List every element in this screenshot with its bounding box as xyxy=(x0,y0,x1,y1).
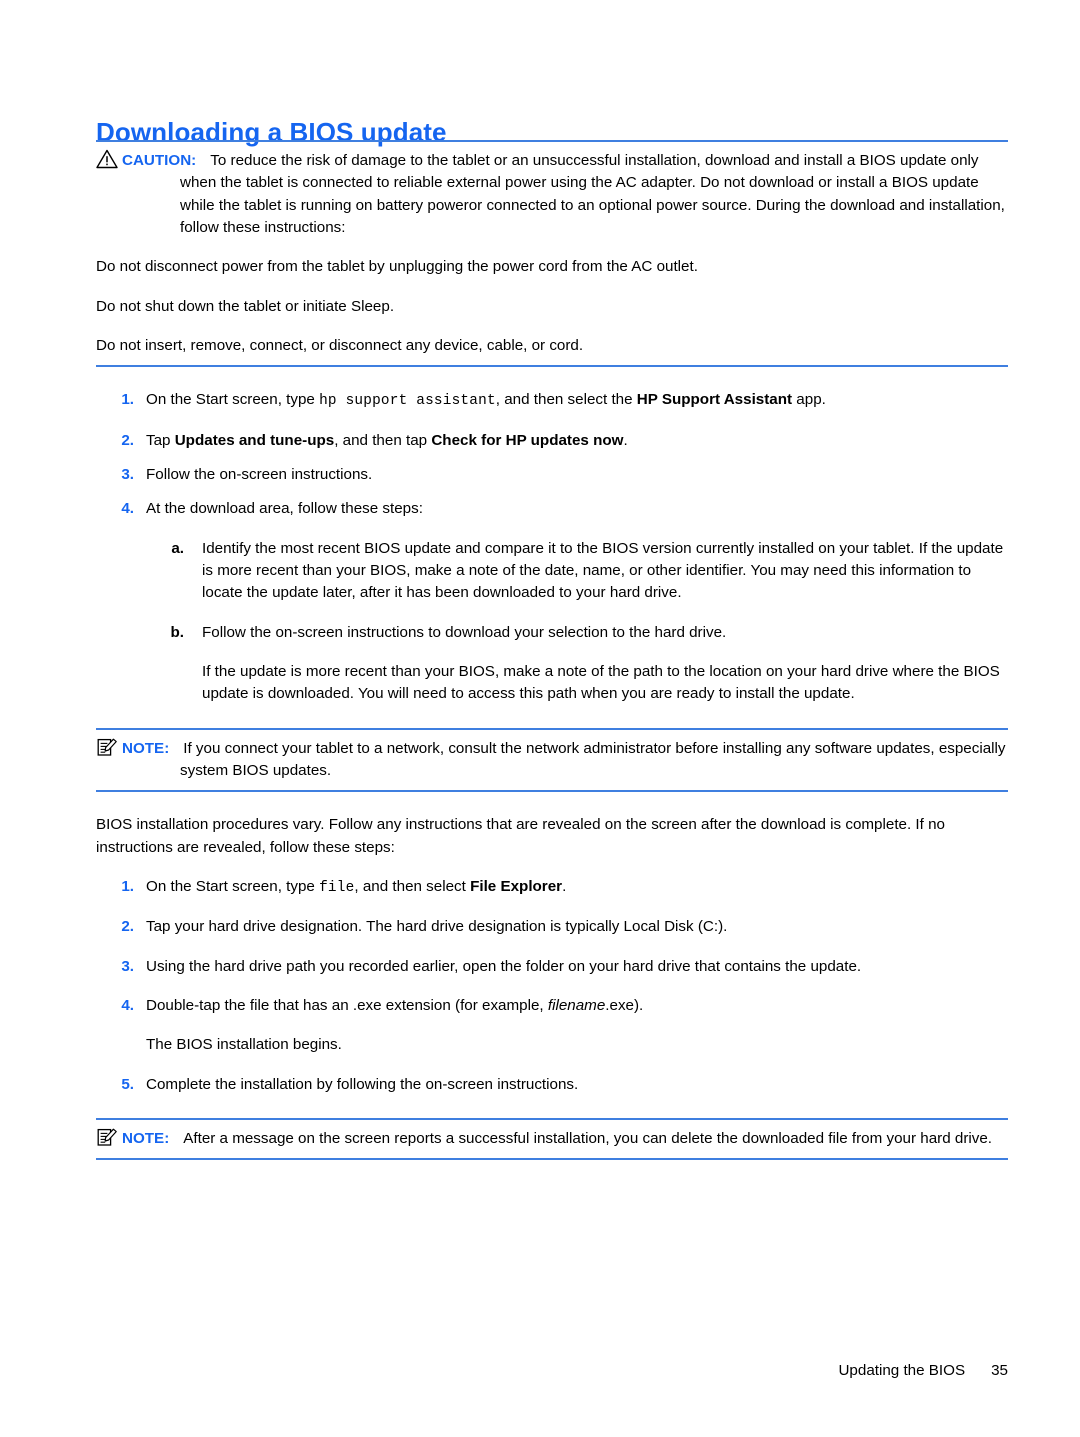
caution-bullet-1: Do not disconnect power from the tablet … xyxy=(96,258,698,276)
note-delete-text: After a message on the screen reports a … xyxy=(183,1129,993,1147)
step2-5-text: Complete the installation by following t… xyxy=(146,1075,579,1093)
step-3-text: Follow the on-screen instructions. xyxy=(146,465,373,483)
note-network-admonition: NOTE: If you connect your tablet to a net… xyxy=(96,727,1008,793)
list-marker: 5. xyxy=(121,1075,134,1093)
substep-a-text: Identify the most recent BIOS update and… xyxy=(202,539,1004,602)
step2-1-text-part-2: , and then select xyxy=(354,878,471,896)
step2-3-text: Using the hard drive path you recorded e… xyxy=(146,957,862,975)
list-item-step2-1: 1. On the Start screen, type file, and t… xyxy=(96,876,1008,899)
step-2-text-part-1: Tap xyxy=(146,431,175,449)
steps-primary-list: 1. On the Start screen, type hp support … xyxy=(96,389,1008,705)
install-intro-paragraph: BIOS installation procedures vary. Follo… xyxy=(96,816,945,856)
step-1-app-name: HP Support Assistant xyxy=(636,391,793,409)
step-2-menu-check: Check for HP updates now xyxy=(431,431,624,449)
step2-1-command: file xyxy=(319,880,355,897)
step-2-menu-updates: Updates and tune-ups xyxy=(174,431,335,449)
list-marker: 1. xyxy=(121,391,134,409)
caution-bullet-2: Do not shut down the tablet or initiate … xyxy=(96,297,395,315)
step2-1-text-part-3: . xyxy=(562,878,567,896)
note-pad-icon xyxy=(96,737,122,757)
list-item-step2-5: 5. Complete the installation by followin… xyxy=(96,1074,1008,1096)
note-delete-body: NOTE: After a message on the screen repor… xyxy=(96,1127,1008,1150)
list-item-step-3: 3. Follow the on-screen instructions. xyxy=(96,464,1008,486)
list-marker: b. xyxy=(170,623,185,641)
caution-label: CAUTION: xyxy=(122,152,197,169)
step-1-text-part-3: app. xyxy=(792,391,826,409)
step2-4-continuation: The BIOS installation begins. xyxy=(146,1036,342,1054)
steps-primary-sublist: a. Identify the most recent BIOS update … xyxy=(146,538,1008,706)
list-marker: 2. xyxy=(121,431,134,449)
step2-1-app-name: File Explorer xyxy=(470,878,563,896)
step2-4-text-part-1: Double-tap the file that has an .exe ext… xyxy=(146,996,548,1014)
step-2-text-part-2: , and then tap xyxy=(334,431,432,449)
page-footer: Updating the BIOS 35 xyxy=(838,1362,1008,1379)
substep-b-continuation: If the update is more recent than your B… xyxy=(202,662,1000,703)
note-network-label: NOTE: xyxy=(122,739,170,757)
caution-admonition: CAUTION: To reduce the risk of damage to … xyxy=(96,140,1008,368)
list-item-step-1: 1. On the Start screen, type hp support … xyxy=(96,389,1008,412)
list-marker: 4. xyxy=(121,500,134,518)
document-page: Downloading a BIOS update CAUTION: To red… xyxy=(0,0,1080,1437)
step-2-text-part-3: . xyxy=(623,431,628,449)
list-item-step2-3: 3. Using the hard drive path you recorde… xyxy=(96,956,1008,978)
step-1-command: hp support assistant xyxy=(319,393,496,410)
step2-4-filename-placeholder: filename xyxy=(547,996,606,1014)
list-item-step-4: 4. At the download area, follow these st… xyxy=(96,498,1008,520)
caution-bullet-3: Do not insert, remove, connect, or disco… xyxy=(96,337,584,355)
warning-triangle-icon xyxy=(96,149,122,169)
list-item-step-2: 2. Tap Updates and tune-ups, and then ta… xyxy=(96,430,1008,452)
footer-section-label: Updating the BIOS xyxy=(838,1362,966,1379)
page-content: CAUTION: To reduce the risk of damage to … xyxy=(96,140,1008,1161)
note-network-text: If you connect your tablet to a network,… xyxy=(180,739,1006,780)
list-marker: 2. xyxy=(121,918,134,936)
step-4-text: At the download area, follow these steps… xyxy=(146,500,423,518)
note-pad-icon xyxy=(96,1127,122,1147)
list-item-substep-b: b. Follow the on-screen instructions to … xyxy=(146,622,1008,644)
step-1-text-part-2: , and then select the xyxy=(495,391,637,409)
footer-page-number: 35 xyxy=(991,1362,1008,1379)
step2-2-text: Tap your hard drive designation. The har… xyxy=(146,918,728,936)
caution-text: To reduce the risk of damage to the tabl… xyxy=(180,152,1005,237)
step2-1-text-part-1: On the Start screen, type xyxy=(146,878,320,896)
list-item-step2-2: 2. Tap your hard drive designation. The … xyxy=(96,916,1008,938)
caution-body: CAUTION: To reduce the risk of damage to … xyxy=(96,149,1008,239)
note-delete-label: NOTE: xyxy=(122,1129,170,1147)
note-network-body: NOTE: If you connect your tablet to a net… xyxy=(96,737,1008,783)
list-marker: 1. xyxy=(121,878,134,896)
list-marker: a. xyxy=(171,539,184,557)
list-item-substep-a: a. Identify the most recent BIOS update … xyxy=(146,538,1008,605)
list-marker: 3. xyxy=(121,957,134,975)
step-1-text-part-1: On the Start screen, type xyxy=(146,391,320,409)
list-item-step2-4: 4. Double-tap the file that has an .exe … xyxy=(96,995,1008,1017)
steps-secondary-list: 1. On the Start screen, type file, and t… xyxy=(96,876,1008,1096)
step2-4-text-part-2: .exe). xyxy=(605,996,644,1014)
substep-b-text: Follow the on-screen instructions to dow… xyxy=(202,623,727,641)
note-delete-admonition: NOTE: After a message on the screen repor… xyxy=(96,1117,1008,1161)
list-marker: 4. xyxy=(121,996,134,1014)
list-marker: 3. xyxy=(121,465,134,483)
